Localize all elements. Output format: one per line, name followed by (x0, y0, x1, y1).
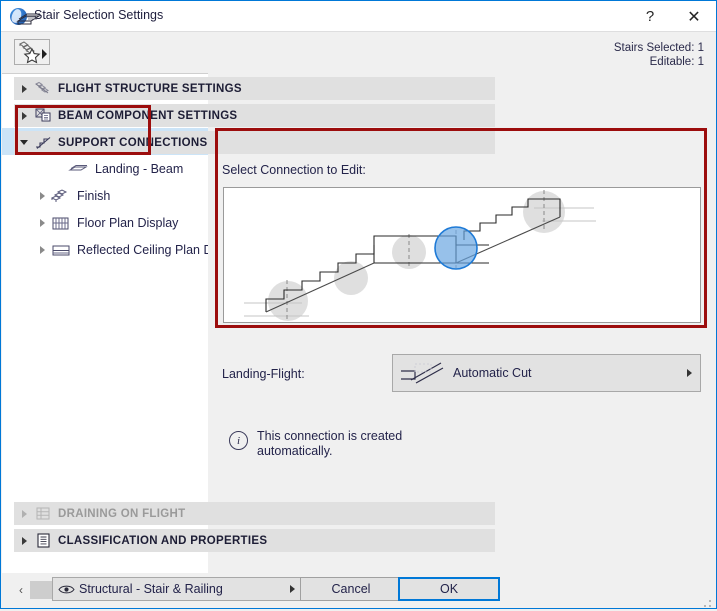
section-title: DRAINING ON FLIGHT (58, 507, 186, 520)
reflected-ceiling-icon (50, 240, 72, 260)
layers-icon (16, 10, 42, 30)
flight-structure-icon (34, 80, 58, 98)
ok-button[interactable]: OK (398, 577, 500, 601)
scroll-left-icon[interactable]: ‹ (14, 581, 28, 599)
cancel-button[interactable]: Cancel (300, 577, 402, 601)
select-connection-label: Select Connection to Edit: (222, 163, 366, 177)
connection-node-2 (334, 261, 368, 295)
chevron-right-icon[interactable] (34, 209, 50, 236)
sidebar-item-reflected-ceiling-plan-display[interactable]: Reflected Ceiling Plan Di (2, 236, 208, 263)
section-title: BEAM COMPONENT SETTINGS (58, 109, 238, 122)
chevron-right-icon[interactable] (678, 369, 700, 377)
landing-flight-cut-icon (393, 358, 453, 388)
landing-flight-value: Automatic Cut (453, 366, 532, 380)
sidebar-item-floor-plan-display[interactable]: Floor Plan Display (2, 209, 208, 236)
layer-value: Structural - Stair & Railing (79, 582, 223, 596)
stairs-selected-count: Stairs Selected: 1 (613, 42, 704, 54)
window-title: Stair Selection Settings (34, 8, 164, 22)
eye-icon (53, 584, 79, 595)
chevron-right-icon[interactable] (14, 85, 34, 93)
section-flight-structure-settings[interactable]: FLIGHT STRUCTURE SETTINGS (14, 77, 495, 100)
section-classification-and-properties[interactable]: CLASSIFICATION AND PROPERTIES (14, 529, 495, 552)
layer-dropdown[interactable]: Structural - Stair & Railing (52, 577, 304, 601)
title-bar: Stair Selection Settings ? ✕ (1, 1, 716, 32)
chevron-right-icon (14, 510, 34, 518)
support-connections-icon (34, 134, 58, 152)
landing-beam-icon (68, 159, 90, 179)
resize-grip[interactable] (704, 597, 712, 607)
sidebar-item-finish[interactable]: Finish (2, 182, 208, 209)
favorites-star-icon (19, 41, 47, 64)
top-strip (1, 32, 716, 72)
stair-diagram-svg (244, 190, 596, 321)
chevron-right-icon[interactable] (14, 537, 34, 545)
chevron-right-icon[interactable] (34, 236, 50, 263)
sidebar-item-label: Landing - Beam (95, 161, 184, 176)
selection-status: Stairs Selected: 1 Editable: 1 (614, 41, 704, 69)
section-title: FLIGHT STRUCTURE SETTINGS (58, 82, 242, 95)
info-line-2: automatically. (257, 444, 333, 458)
info-line-1: This connection is created (257, 429, 403, 443)
chevron-down-icon[interactable] (14, 140, 34, 145)
connection-info: i This connection is created automatical… (229, 429, 402, 459)
classification-icon (34, 532, 58, 550)
section-title: SUPPORT CONNECTIONS (58, 136, 208, 149)
sidebar-item-label: Floor Plan Display (77, 215, 179, 230)
beam-component-icon (34, 107, 58, 125)
section-beam-component-settings[interactable]: BEAM COMPONENT SETTINGS (14, 104, 495, 127)
stair-connection-diagram[interactable] (223, 187, 701, 323)
landing-flight-label: Landing-Flight: (222, 367, 305, 381)
chevron-right-icon[interactable] (14, 112, 34, 120)
connection-node-4-selected (434, 226, 478, 270)
help-button[interactable]: ? (628, 1, 672, 32)
landing-flight-dropdown[interactable]: Automatic Cut (392, 354, 701, 392)
stair-selection-settings-dialog: Stair Selection Settings ? ✕ Stairs Sele… (0, 0, 717, 609)
sidebar-item-landing-beam[interactable]: Landing - Beam (2, 155, 208, 182)
floor-plan-icon (50, 213, 72, 233)
favorites-stair-button[interactable] (14, 39, 50, 65)
info-icon: i (229, 431, 248, 450)
section-support-connections[interactable]: SUPPORT CONNECTIONS (14, 131, 495, 154)
close-icon[interactable]: ✕ (672, 1, 716, 32)
section-title: CLASSIFICATION AND PROPERTIES (58, 534, 268, 547)
draining-icon (34, 505, 58, 523)
section-draining-on-flight: DRAINING ON FLIGHT (14, 502, 495, 525)
finish-icon (50, 186, 72, 206)
sidebar-item-label: Reflected Ceiling Plan Di (77, 242, 208, 257)
sidebar-item-label: Finish (77, 188, 111, 203)
chevron-right-icon[interactable] (34, 182, 50, 209)
editable-count: Editable: 1 (649, 56, 704, 68)
